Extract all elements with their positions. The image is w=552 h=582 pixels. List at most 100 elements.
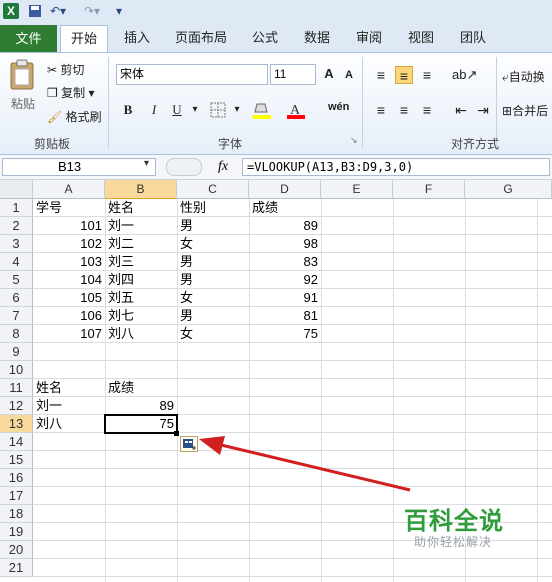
cell-b6[interactable]: 刘五 <box>108 289 176 307</box>
cell-b2[interactable]: 刘一 <box>108 217 176 235</box>
cell-a11[interactable]: 姓名 <box>36 379 104 397</box>
tab-insert[interactable]: 插入 <box>114 25 160 51</box>
underline-button[interactable]: U <box>168 101 186 119</box>
row-header-13[interactable]: 13 <box>0 415 33 433</box>
cell-d7[interactable]: 81 <box>249 307 318 325</box>
name-box-dropdown-icon[interactable]: ▾ <box>144 158 149 169</box>
row-header-9[interactable]: 9 <box>0 343 33 361</box>
font-color-icon[interactable]: A <box>286 100 306 120</box>
shrink-font-icon[interactable]: A <box>340 66 358 84</box>
align-top-icon[interactable]: ≡ <box>372 66 390 84</box>
cell-d2[interactable]: 89 <box>249 217 318 235</box>
cell-c8[interactable]: 女 <box>180 325 248 343</box>
formula-bar-splitter[interactable] <box>166 158 202 176</box>
grow-font-icon[interactable]: A <box>320 65 338 83</box>
column-header-f[interactable]: F <box>393 180 465 199</box>
font-name-box[interactable]: 宋体 <box>116 64 268 85</box>
row-header-2[interactable]: 2 <box>0 217 33 235</box>
name-box[interactable]: B13 <box>2 158 156 176</box>
insert-function-icon[interactable]: fx <box>218 159 228 175</box>
cell-d1[interactable]: 成绩 <box>252 199 320 217</box>
row-header-10[interactable]: 10 <box>0 361 33 379</box>
decrease-indent-icon[interactable]: ⇤ <box>452 101 470 119</box>
cell-c5[interactable]: 男 <box>180 271 248 289</box>
italic-button[interactable]: I <box>145 101 163 119</box>
undo-icon[interactable]: ↶▾ <box>50 4 66 18</box>
cell-b12[interactable]: 89 <box>105 397 174 415</box>
row-header-16[interactable]: 16 <box>0 469 33 487</box>
border-dropdown-icon[interactable]: ▾ <box>228 101 246 119</box>
font-size-box[interactable]: 11 <box>270 64 316 85</box>
tab-review[interactable]: 审阅 <box>346 25 392 51</box>
align-bottom-icon[interactable]: ≡ <box>418 66 436 84</box>
cell-b4[interactable]: 刘三 <box>108 253 176 271</box>
cell-d8[interactable]: 75 <box>249 325 318 343</box>
cell-a2[interactable]: 101 <box>33 217 102 235</box>
cell-a3[interactable]: 102 <box>33 235 102 253</box>
row-header-3[interactable]: 3 <box>0 235 33 253</box>
cell-a4[interactable]: 103 <box>33 253 102 271</box>
column-header-d[interactable]: D <box>249 180 321 199</box>
align-center-icon[interactable]: ≡ <box>395 101 413 119</box>
row-header-7[interactable]: 7 <box>0 307 33 325</box>
cell-d5[interactable]: 92 <box>249 271 318 289</box>
cell-c6[interactable]: 女 <box>180 289 248 307</box>
cell-b11[interactable]: 成绩 <box>108 379 176 397</box>
tab-formulas[interactable]: 公式 <box>242 25 288 51</box>
cell-a1[interactable]: 学号 <box>36 199 104 217</box>
align-right-icon[interactable]: ≡ <box>418 101 436 119</box>
cell-c7[interactable]: 男 <box>180 307 248 325</box>
cell-c2[interactable]: 男 <box>180 217 248 235</box>
cell-a13[interactable]: 刘八 <box>36 415 104 433</box>
row-header-18[interactable]: 18 <box>0 505 33 523</box>
orientation-icon[interactable]: ab↗ <box>452 66 477 84</box>
tab-file[interactable]: 文件 <box>0 25 57 52</box>
row-header-1[interactable]: 1 <box>0 199 33 217</box>
save-icon[interactable] <box>28 4 42 18</box>
cell-a12[interactable]: 刘一 <box>36 397 104 415</box>
bold-button[interactable]: B <box>119 101 137 119</box>
cell-a5[interactable]: 104 <box>33 271 102 289</box>
cell-d4[interactable]: 83 <box>249 253 318 271</box>
select-all-corner[interactable] <box>0 180 33 199</box>
row-header-15[interactable]: 15 <box>0 451 33 469</box>
align-middle-icon[interactable]: ≡ <box>395 66 413 84</box>
cell-a7[interactable]: 106 <box>33 307 102 325</box>
cell-d6[interactable]: 91 <box>249 289 318 307</box>
column-header-e[interactable]: E <box>321 180 393 199</box>
column-header-b[interactable]: B <box>105 180 177 199</box>
tab-view[interactable]: 视图 <box>398 25 444 51</box>
cut-button[interactable]: ✂ 剪切 <box>47 61 84 78</box>
row-header-19[interactable]: 19 <box>0 523 33 541</box>
paste-icon[interactable] <box>8 59 38 91</box>
border-icon[interactable] <box>210 102 226 118</box>
row-header-17[interactable]: 17 <box>0 487 33 505</box>
fill-color-icon[interactable] <box>252 100 272 120</box>
cell-c3[interactable]: 女 <box>180 235 248 253</box>
row-header-20[interactable]: 20 <box>0 541 33 559</box>
row-header-21[interactable]: 21 <box>0 559 33 577</box>
customize-icon[interactable]: ▾ <box>116 4 122 18</box>
cell-b1[interactable]: 姓名 <box>108 199 176 217</box>
wrap-text-button[interactable]: ⤶自动换 <box>502 68 545 85</box>
cell-a8[interactable]: 107 <box>33 325 102 343</box>
cell-b3[interactable]: 刘二 <box>108 235 176 253</box>
align-left-icon[interactable]: ≡ <box>372 101 390 119</box>
redo-icon[interactable]: ↷▾ <box>84 4 100 18</box>
row-header-11[interactable]: 11 <box>0 379 33 397</box>
cell-b7[interactable]: 刘七 <box>108 307 176 325</box>
underline-dropdown-icon[interactable]: ▾ <box>186 101 204 119</box>
cell-a6[interactable]: 105 <box>33 289 102 307</box>
cell-c1[interactable]: 性别 <box>180 199 248 217</box>
increase-indent-icon[interactable]: ⇥ <box>474 101 492 119</box>
cell-d3[interactable]: 98 <box>249 235 318 253</box>
tab-team[interactable]: 团队 <box>450 25 496 51</box>
row-header-8[interactable]: 8 <box>0 325 33 343</box>
cell-b8[interactable]: 刘八 <box>108 325 176 343</box>
cell-b5[interactable]: 刘四 <box>108 271 176 289</box>
tab-page-layout[interactable]: 页面布局 <box>168 25 234 51</box>
tab-data[interactable]: 数据 <box>294 25 340 51</box>
copy-button[interactable]: ❐ 复制 ▾ <box>47 84 94 101</box>
font-dialog-icon[interactable]: ↘ <box>350 135 358 146</box>
row-header-4[interactable]: 4 <box>0 253 33 271</box>
